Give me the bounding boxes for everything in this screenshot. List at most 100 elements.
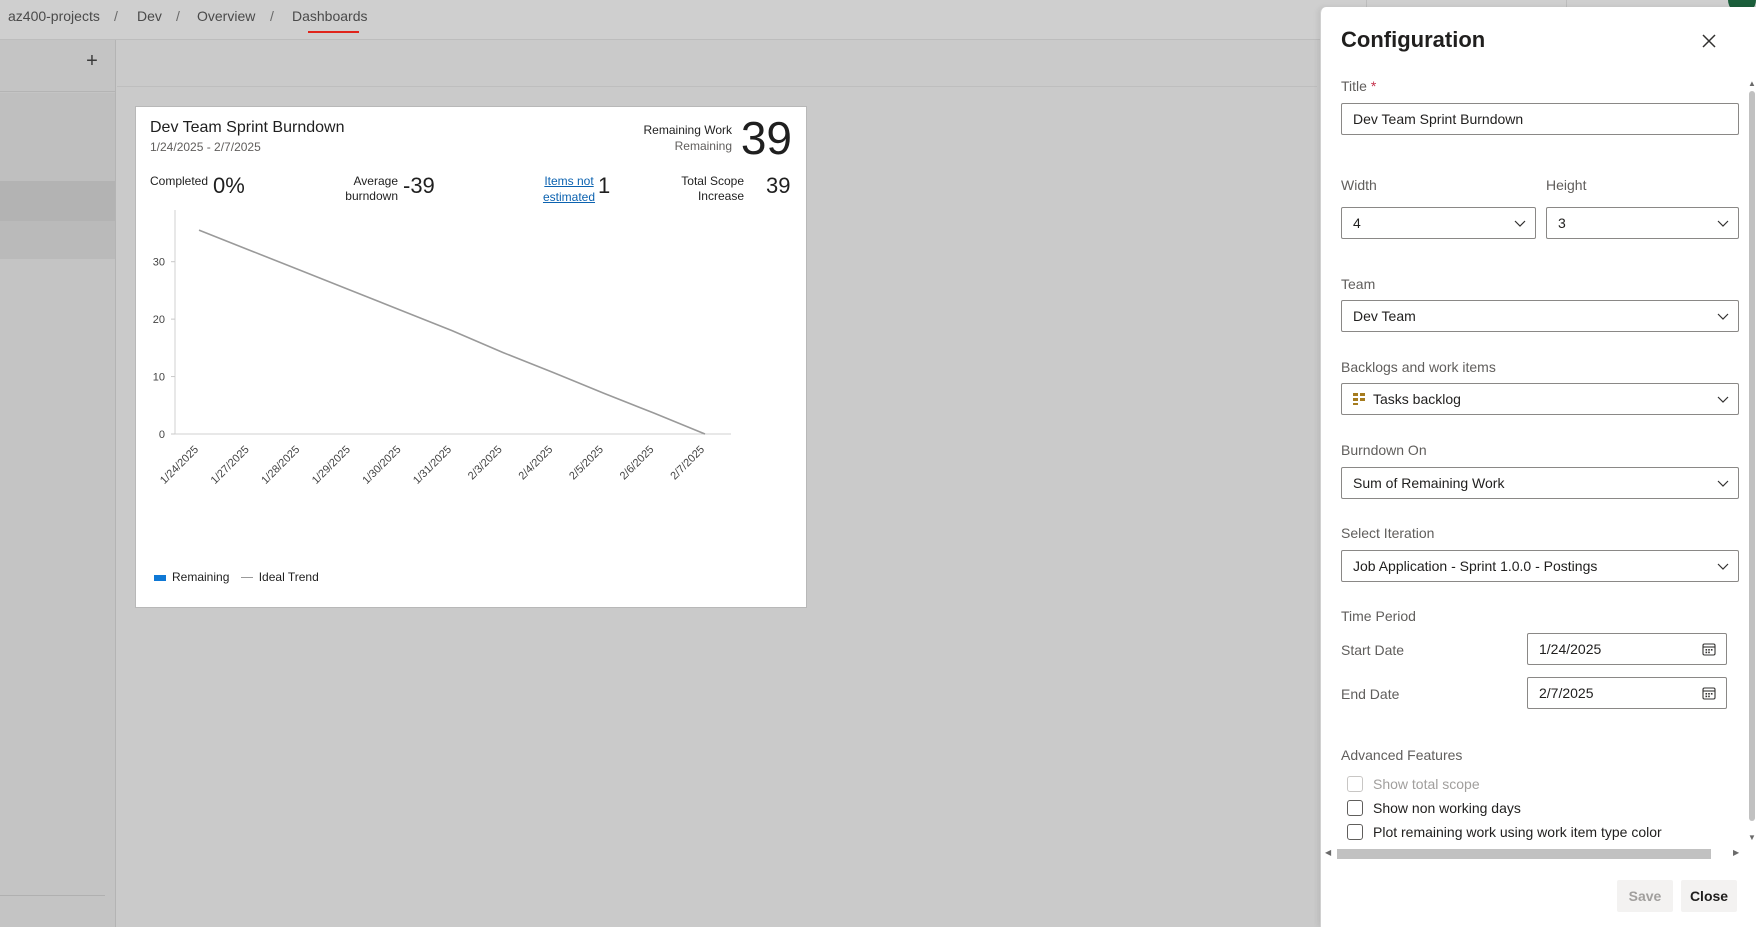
x-tick-label: 2/6/2025 — [618, 444, 657, 483]
start-date-value: 1/24/2025 — [1539, 641, 1602, 657]
breadcrumb-overview[interactable]: Overview — [197, 8, 255, 24]
width-select[interactable]: 4 — [1341, 207, 1536, 239]
chevron-down-icon — [1717, 396, 1729, 403]
breadcrumb-dev[interactable]: Dev — [137, 8, 162, 24]
scroll-up-icon[interactable]: ▲ — [1748, 79, 1756, 88]
x-tick-label: 1/28/2025 — [259, 444, 302, 487]
horizontal-scrollbar[interactable]: ◀ ▶ — [1321, 845, 1747, 859]
chevron-down-icon — [1717, 220, 1729, 227]
show-total-scope-checkbox — [1347, 776, 1363, 792]
close-icon — [1702, 34, 1716, 48]
show-total-scope-label: Show total scope — [1373, 776, 1480, 792]
vertical-scroll-thumb[interactable] — [1749, 91, 1755, 821]
show-non-working-days-checkbox[interactable] — [1347, 800, 1363, 816]
iteration-value: Job Application - Sprint 1.0.0 - Posting… — [1353, 558, 1598, 574]
x-tick-label: 1/27/2025 — [209, 444, 252, 487]
legend-ideal-label[interactable]: Ideal Trend — [259, 570, 319, 584]
y-tick-label: 10 — [153, 372, 165, 384]
title-label-text: Title — [1341, 78, 1367, 94]
ideal-trend-line — [198, 229, 706, 435]
scroll-down-icon[interactable]: ▼ — [1748, 833, 1756, 842]
scroll-left-icon[interactable]: ◀ — [1325, 848, 1331, 857]
calendar-icon[interactable] — [1702, 686, 1716, 700]
add-dashboard-button[interactable]: + — [82, 50, 102, 73]
x-tick-label: 2/3/2025 — [466, 444, 505, 483]
panel-title: Configuration — [1341, 27, 1486, 52]
iteration-label: Select Iteration — [1341, 525, 1435, 541]
x-tick-label: 1/29/2025 — [310, 444, 353, 487]
legend-remaining-swatch — [154, 574, 166, 581]
width-value: 4 — [1353, 215, 1361, 231]
rail-selected-item[interactable] — [0, 181, 115, 221]
team-select[interactable]: Dev Team — [1341, 300, 1739, 332]
end-date-label: End Date — [1341, 686, 1400, 702]
rail-divider — [0, 91, 116, 92]
chevron-down-icon — [1717, 313, 1729, 320]
chevron-down-icon — [1717, 563, 1729, 570]
breadcrumb-project[interactable]: az400-projects — [8, 8, 100, 24]
plot-remaining-color-label[interactable]: Plot remaining work using work item type… — [1373, 824, 1662, 840]
y-tick-label: 20 — [153, 314, 165, 326]
show-non-working-days-option[interactable]: Show non working days — [1347, 800, 1521, 816]
y-tick-label: 0 — [159, 429, 165, 441]
close-icon[interactable] — [1699, 33, 1719, 53]
backlogs-label: Backlogs and work items — [1341, 359, 1496, 375]
iteration-select[interactable]: Job Application - Sprint 1.0.0 - Posting… — [1341, 550, 1739, 582]
width-label: Width — [1341, 177, 1377, 193]
x-tick-label: 1/30/2025 — [360, 444, 403, 487]
active-tab-indicator — [308, 31, 359, 33]
vertical-scrollbar[interactable]: ▲ ▼ — [1747, 79, 1756, 845]
x-tick-label: 2/4/2025 — [517, 444, 556, 483]
breadcrumb-separator: / — [176, 8, 180, 24]
burndown-on-label: Burndown On — [1341, 442, 1427, 458]
title-field-label: Title * — [1341, 78, 1376, 94]
dashboard-toolbar — [117, 40, 1317, 87]
show-total-scope-option: Show total scope — [1347, 776, 1480, 792]
save-button[interactable]: Save — [1617, 880, 1673, 912]
burndown-chart: 0 10 20 30 1/24/2025 1/27/2025 1/28/2025 1/29/2… — [153, 210, 731, 487]
height-select[interactable]: 3 — [1546, 207, 1739, 239]
title-input[interactable] — [1341, 103, 1739, 135]
plot-remaining-color-checkbox[interactable] — [1347, 824, 1363, 840]
team-label: Team — [1341, 276, 1376, 292]
plot-remaining-color-option[interactable]: Plot remaining work using work item type… — [1347, 824, 1662, 840]
scroll-right-icon[interactable]: ▶ — [1733, 848, 1739, 857]
y-tick-label: 30 — [153, 257, 165, 269]
start-date-label: Start Date — [1341, 642, 1405, 658]
end-date-value: 2/7/2025 — [1539, 685, 1594, 701]
chevron-down-icon — [1514, 220, 1526, 227]
calendar-icon[interactable] — [1702, 642, 1716, 656]
legend-remaining-label[interactable]: Remaining — [172, 570, 229, 584]
close-button[interactable]: Close — [1681, 880, 1737, 912]
advanced-features-label: Advanced Features — [1341, 747, 1463, 763]
team-value: Dev Team — [1353, 308, 1416, 324]
start-date-field[interactable]: 1/24/2025 — [1527, 633, 1727, 665]
rail-divider — [0, 895, 105, 896]
backlogs-value: Tasks backlog — [1373, 391, 1461, 407]
burndown-on-select[interactable]: Sum of Remaining Work — [1341, 467, 1739, 499]
rail-list-item[interactable] — [0, 221, 115, 259]
backlogs-select[interactable]: Tasks backlog — [1341, 383, 1739, 415]
x-tick-label: 2/5/2025 — [567, 444, 606, 483]
chevron-down-icon — [1717, 480, 1729, 487]
x-tick-label: 1/31/2025 — [411, 444, 454, 487]
burndown-on-value: Sum of Remaining Work — [1353, 475, 1505, 491]
horizontal-scroll-thumb[interactable] — [1337, 849, 1711, 859]
breadcrumb-dashboards[interactable]: Dashboards — [292, 8, 368, 24]
breadcrumb-separator: / — [270, 8, 274, 24]
height-label: Height — [1546, 177, 1587, 193]
end-date-field[interactable]: 2/7/2025 — [1527, 677, 1727, 709]
legend-ideal-swatch — [240, 577, 253, 579]
height-value: 3 — [1558, 215, 1566, 231]
show-non-working-days-label[interactable]: Show non working days — [1373, 800, 1521, 816]
x-tick-label: 1/24/2025 — [158, 444, 201, 487]
time-period-label: Time Period — [1341, 608, 1416, 624]
burndown-widget[interactable]: Dev Team Sprint Burndown 1/24/2025 - 2/7… — [135, 106, 807, 608]
left-rail: + « — [0, 40, 116, 927]
chart-legend: Remaining Ideal Trend — [154, 570, 319, 584]
breadcrumb-separator: / — [114, 8, 118, 24]
configuration-panel: Configuration Title * Width 4 Height 3 T… — [1320, 7, 1756, 927]
x-tick-label: 2/7/2025 — [668, 444, 707, 483]
backlog-icon — [1353, 393, 1365, 405]
required-indicator: * — [1370, 78, 1377, 94]
